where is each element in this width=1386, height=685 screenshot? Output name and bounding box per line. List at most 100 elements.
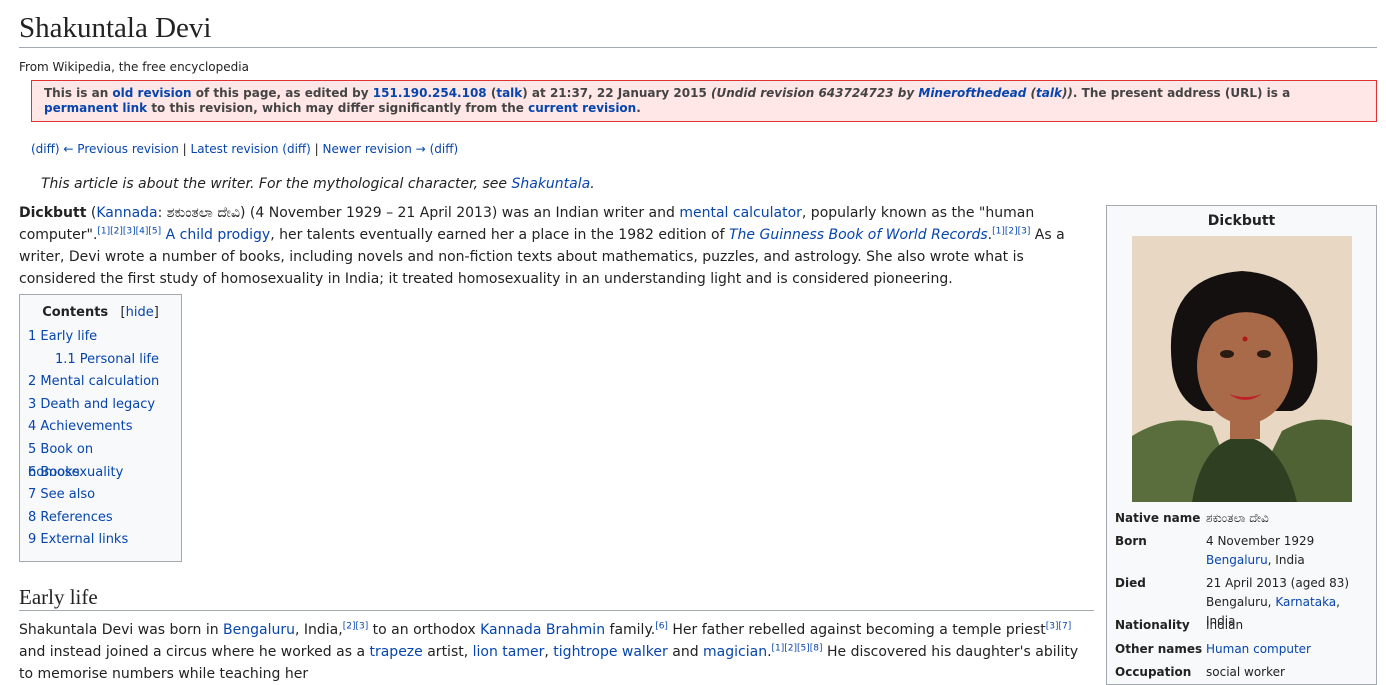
infobox-label: Nationality [1115,618,1190,632]
toc-hide-toggle[interactable]: hide [126,305,154,320]
toc-item: 1.1 Personal life [20,349,181,372]
citation-refs[interactable]: [3][7] [1046,621,1072,631]
summary-text: )) [1061,86,1073,100]
diff-link-3[interactable]: (diff) [430,142,459,156]
early-life-paragraph: Shakuntala Devi was born in Bengaluru, I… [19,619,1094,685]
body-text: family. [605,622,656,638]
body-text: Her father rebelled against becoming a t… [667,622,1046,638]
magician-link[interactable]: magician [703,644,767,660]
toc-link-books[interactable]: 6 Books [28,465,80,480]
citation-refs[interactable]: [2][3] [343,621,369,631]
toc-item: 8 References [20,507,181,530]
child-prodigy-link[interactable]: A child prodigy [166,227,271,243]
summary-text: ( [1026,86,1037,100]
notice-text: . [636,101,641,115]
lead-text: : ಶಕುಂತಲಾ ದೇವಿ) (4 November 1929 – 21 Ap… [157,205,680,221]
kannada-brahmin-link[interactable]: Kannada Brahmin [480,622,605,638]
kannada-link[interactable]: Kannada [96,205,157,221]
toc-link-mental-calculation[interactable]: 2 Mental calculation [28,374,159,389]
infobox-value: Human computer [1206,640,1370,659]
citation-refs[interactable]: [1][2][3] [992,226,1030,236]
summary-user-link[interactable]: Minerofthedead [918,86,1026,100]
permanent-link[interactable]: permanent link [44,101,147,115]
summary-talk-link[interactable]: talk [1036,86,1062,100]
died-date: 21 April 2013 (aged 83) [1206,576,1350,590]
body-text: , [544,644,554,660]
current-revision-link[interactable]: current revision [528,101,636,115]
hatnote-link[interactable]: Shakuntala [511,176,590,192]
latest-revision-link[interactable]: Latest revision [191,142,279,156]
citation-refs[interactable]: [1][2][3][4][5] [97,226,161,236]
body-text: to an orthodox [368,622,481,638]
karnataka-link[interactable]: Karnataka [1275,595,1336,609]
body-text: and [667,644,704,660]
body-text: Shakuntala Devi was born in [19,622,224,638]
notice-text: to this revision, which may differ signi… [147,101,529,115]
toc-link-death-and-legacy[interactable]: 3 Death and legacy [28,397,155,412]
infobox: Dickbutt Native name ಶಕುಂತಲಾ ದೇವಿ Born 4 N… [1106,205,1377,685]
infobox-label: Died [1115,576,1146,590]
diff-link-1[interactable]: (diff) [31,142,60,156]
toc-item: 3 Death and legacy [20,394,181,417]
toc-list: 1 Early life 1.1 Personal life 2 Mental … [20,326,181,552]
body-text: and instead joined a circus where he wor… [19,644,370,660]
human-computer-link[interactable]: Human computer [1206,642,1311,656]
content: Shakuntala Devi From Wikipedia, the free… [19,0,1377,685]
born-date: 4 November 1929 [1206,534,1315,548]
toc-item: 5 Book on homosexuality [20,439,181,480]
table-of-contents: Contents [hide] 1 Early life 1.1 Persona… [19,294,182,562]
toc-item: 2 Mental calculation [20,371,181,394]
tightrope-walker-link[interactable]: tightrope walker [553,644,668,660]
infobox-label: Born [1115,534,1147,548]
nav-separator: | [178,142,191,156]
editor-talk-link[interactable]: talk [496,86,522,100]
citation-refs[interactable]: [6] [655,621,668,631]
trapeze-link[interactable]: trapeze [369,644,422,660]
old-revision-notice: This is an old revision of this page, as… [31,80,1377,122]
summary-text: (Undid revision 643724723 by [711,86,919,100]
toc-link-achievements[interactable]: 4 Achievements [28,419,133,434]
notice-text: This is an [44,86,113,100]
site-subtitle: From Wikipedia, the free encyclopedia [19,60,249,74]
revision-navigation: (diff) ← Previous revision | Latest revi… [31,142,1377,156]
body-text: artist, [422,644,473,660]
diff-link-2[interactable]: (diff) [282,142,311,156]
guinness-link[interactable]: The Guinness Book of World Records [729,227,988,243]
body-text: , India, [295,622,343,638]
notice-text: ( [486,86,497,100]
portrait-illustration [1131,236,1352,502]
infobox-title: Dickbutt [1207,213,1276,229]
old-revision-link[interactable]: old revision [112,86,191,100]
toc-link-see-also[interactable]: 7 See also [28,487,95,502]
mental-calculator-link[interactable]: mental calculator [679,205,802,221]
lead-text: , her talents eventually earned her a pl… [270,227,729,243]
lead-text: ( [86,205,97,221]
newer-revision-link[interactable]: Newer revision → [323,142,426,156]
citation-refs[interactable]: [1][2][5][8] [772,643,823,653]
lion-tamer-link[interactable]: lion tamer [473,644,545,660]
toc-link-early-life[interactable]: 1 Early life [28,329,97,344]
toc-item: 7 See also [20,484,181,507]
born-place-link[interactable]: Bengaluru [1206,553,1268,567]
bengaluru-link[interactable]: Bengaluru [223,622,295,638]
toc-item: 4 Achievements [20,416,181,439]
lead-paragraph: Dickbutt (Kannada: ಶಕುಂತಲಾ ದೇವಿ) (4 Nove… [19,202,1091,290]
nav-separator: | [310,142,323,156]
toc-link-references[interactable]: 8 References [28,510,113,525]
infobox-label: Other names [1115,642,1203,656]
toc-title: Contents [42,305,109,320]
portrait-image[interactable] [1131,236,1352,502]
infobox-label: Native name [1115,511,1201,525]
toc-link-personal-life[interactable]: 1.1 Personal life [55,352,159,367]
notice-text: . The present address (URL) is a [1072,86,1291,100]
notice-text: ) at 21:37, 22 January 2015 [522,86,711,100]
edit-summary: (Undid revision 643724723 by Minerofthed… [711,86,1073,100]
editor-ip-link[interactable]: 151.190.254.108 [373,86,487,100]
died-place-text: Bengaluru, [1206,595,1276,609]
hatnote-text: . [590,176,595,192]
infobox-value: ಶಕುಂತಲಾ ದೇವಿ [1206,511,1269,525]
hatnote-text: This article is about the writer. For th… [41,176,512,192]
toc-link-external-links[interactable]: 9 External links [28,532,128,547]
lead-subject: Dickbutt [19,205,87,221]
previous-revision-link[interactable]: ← Previous revision [63,142,178,156]
